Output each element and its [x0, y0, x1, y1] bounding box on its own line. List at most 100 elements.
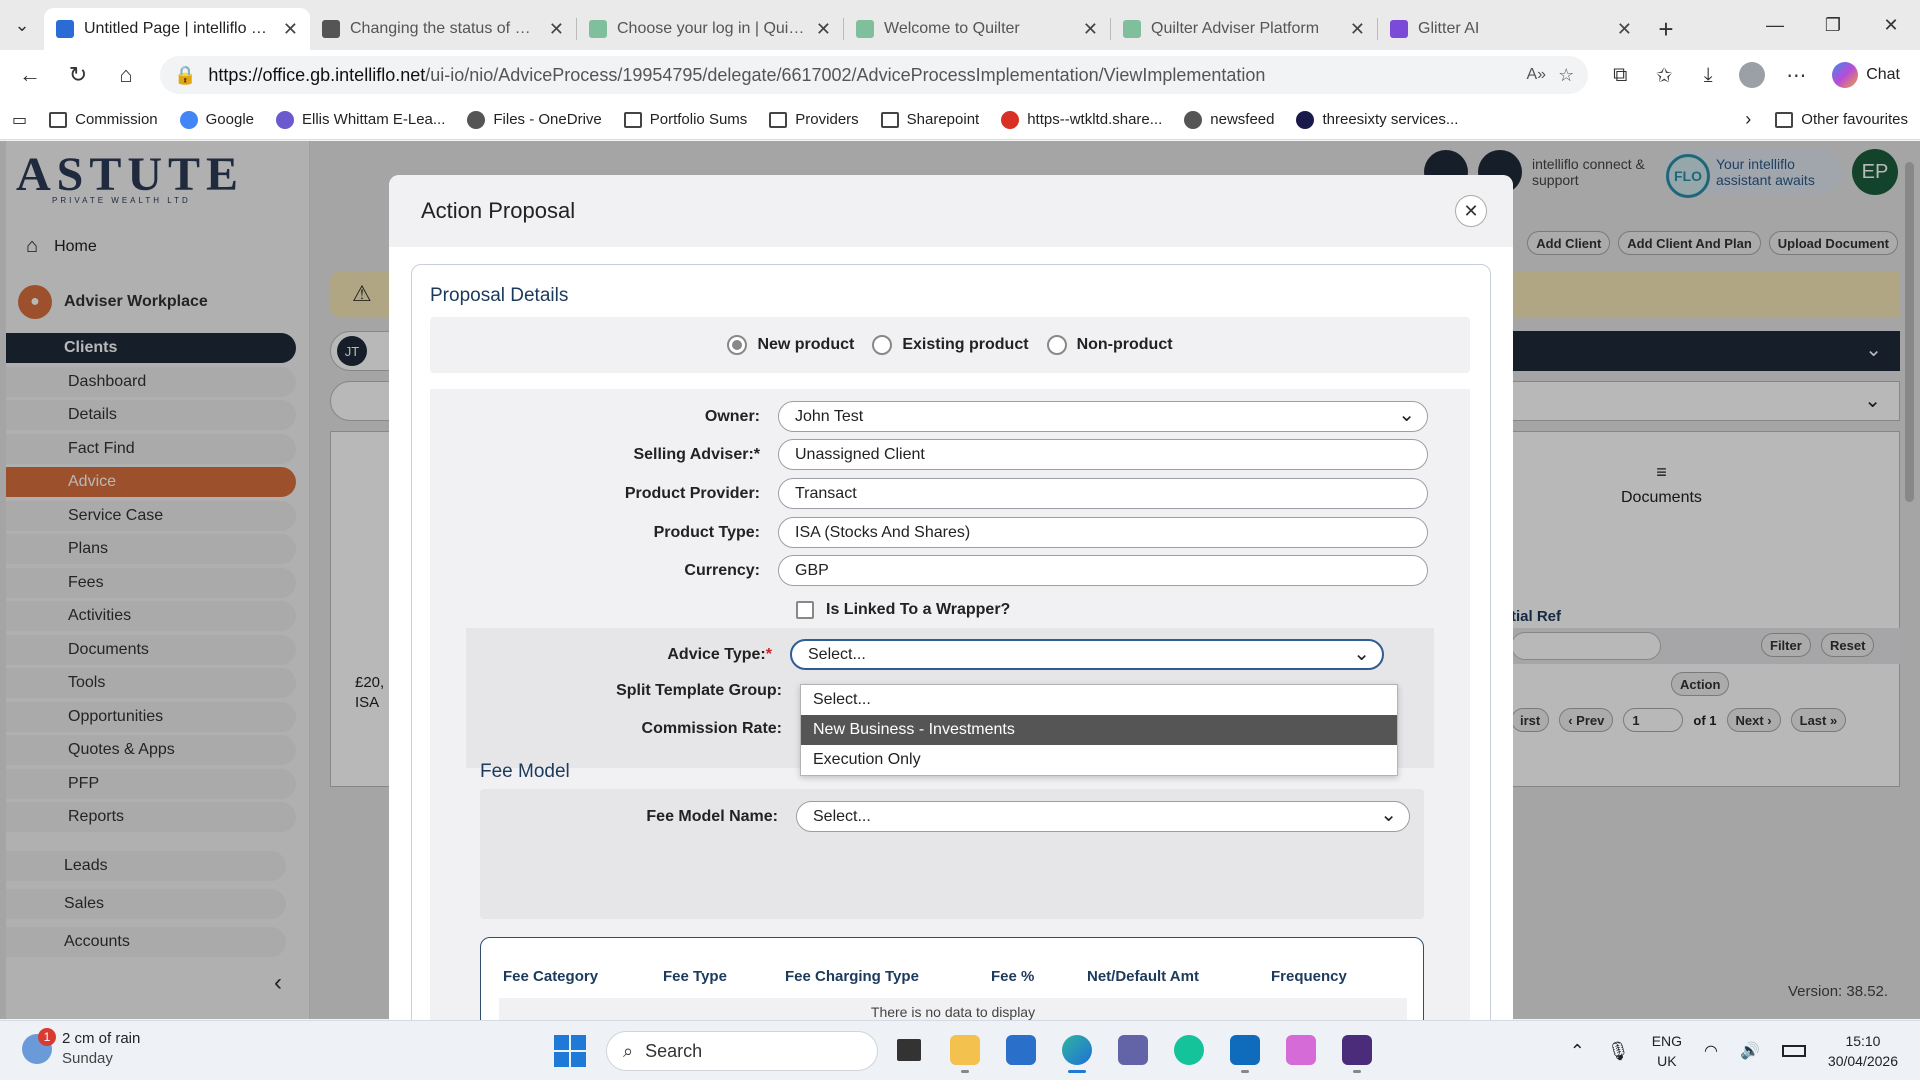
bookmark-item[interactable]: Providers: [769, 111, 859, 129]
favourite-star-icon[interactable]: ☆: [1558, 65, 1574, 86]
bookmark-item[interactable]: Portfolio Sums: [623, 111, 747, 129]
outlook-icon[interactable]: [1226, 1029, 1264, 1073]
bookmark-item[interactable]: newsfeed: [1184, 110, 1274, 129]
grammarly-icon[interactable]: [1170, 1029, 1208, 1071]
snipping-tool-icon[interactable]: [1282, 1029, 1320, 1071]
close-tab-icon[interactable]: ✕: [1617, 19, 1632, 40]
language-indicator[interactable]: ENG UK: [1652, 1031, 1682, 1071]
radio-button[interactable]: [1046, 335, 1067, 355]
restore-icon[interactable]: ❐: [1804, 0, 1862, 50]
lock-icon: 🔒: [174, 64, 197, 85]
browser-tab[interactable]: Quilter Adviser Platform ✕: [1111, 8, 1377, 50]
bookmark-item[interactable]: threesixty services...: [1296, 110, 1458, 129]
fee-column-header: Fee Charging Type: [785, 968, 919, 985]
weather-widget[interactable]: 1 2 cm of rain Sunday: [22, 1028, 140, 1069]
close-window-icon[interactable]: ✕: [1862, 0, 1920, 50]
url-field[interactable]: 🔒 https://office.gb.intelliflo.net/ui-io…: [160, 56, 1589, 94]
home-icon[interactable]: ⌂: [104, 55, 148, 95]
browser-tab[interactable]: Glitter AI ✕: [1378, 8, 1644, 50]
modal-header: Action Proposal ✕: [389, 175, 1513, 247]
minimize-icon[interactable]: —: [1746, 0, 1804, 50]
folder-icon: [49, 111, 68, 128]
browser-tab[interactable]: Choose your log in | Quilter ✕: [577, 8, 843, 50]
fee-model-select[interactable]: Select...: [796, 801, 1410, 832]
browser-tab[interactable]: Changing the status of a plan ✕: [310, 8, 576, 50]
clock[interactable]: 15:10 30/04/2026: [1828, 1031, 1898, 1071]
close-tab-icon[interactable]: ✕: [549, 19, 564, 40]
commission-rate-label: Commission Rate:: [641, 720, 782, 737]
teams-icon[interactable]: [1114, 1029, 1152, 1071]
close-tab-icon[interactable]: ✕: [816, 19, 831, 40]
bookmark-item[interactable]: https--wtkltd.share...: [1001, 110, 1162, 129]
task-view-icon[interactable]: [890, 1029, 928, 1071]
selling-adviser-field[interactable]: Unassigned Client: [778, 439, 1428, 470]
file-explorer-icon[interactable]: [946, 1029, 984, 1073]
reload-icon[interactable]: ↻: [56, 55, 100, 95]
favourites-icon[interactable]: ✩: [1644, 55, 1684, 95]
bookmarks-overflow-icon[interactable]: ›: [1745, 109, 1751, 130]
edge-icon[interactable]: [1058, 1029, 1096, 1073]
product-type-field[interactable]: ISA (Stocks And Shares): [778, 517, 1428, 548]
window-controls: — ❐ ✕: [1746, 0, 1920, 50]
radio-button[interactable]: [727, 335, 748, 355]
tray-overflow-icon[interactable]: ⌃: [1570, 1041, 1585, 1062]
bookmark-item[interactable]: Commission: [49, 111, 158, 129]
browser-tab[interactable]: Untitled Page | intelliflo office ✕: [44, 8, 310, 50]
taskbar-search[interactable]: ⌕ Search: [606, 1031, 878, 1071]
bookmark-item[interactable]: Google: [179, 110, 254, 129]
extensions-icon[interactable]: ⧉: [1600, 55, 1640, 95]
bookmark-label: Providers: [795, 111, 859, 128]
read-aloud-icon[interactable]: A»: [1526, 66, 1546, 84]
google-icon: [179, 110, 198, 129]
selling-adviser-value: Unassigned Client: [795, 445, 925, 463]
close-icon[interactable]: ✕: [1455, 195, 1487, 227]
radio-button[interactable]: [872, 335, 893, 355]
linked-wrapper-checkbox[interactable]: [796, 601, 814, 619]
profile-icon[interactable]: [1732, 55, 1772, 95]
tab-title: Quilter Adviser Platform: [1151, 20, 1320, 37]
globe-icon: [322, 20, 340, 38]
linked-wrapper-label: Is Linked To a Wrapper?: [826, 601, 1011, 618]
product-radio[interactable]: Non-product: [1046, 335, 1173, 355]
advice-type-option[interactable]: New Business - Investments: [801, 715, 1397, 745]
advice-type-option[interactable]: Execution Only: [801, 745, 1397, 775]
product-provider-field[interactable]: Transact: [778, 478, 1428, 509]
tab-actions-menu-icon[interactable]: ⌄: [0, 0, 44, 50]
more-options-icon[interactable]: ⋯: [1776, 55, 1816, 95]
glitter-icon[interactable]: [1338, 1029, 1376, 1073]
bookmark-item[interactable]: Ellis Whittam E-Lea...: [276, 110, 445, 129]
downloads-icon[interactable]: ⤓: [1688, 55, 1728, 95]
close-tab-icon[interactable]: ✕: [283, 19, 298, 40]
ellis-icon: [276, 110, 295, 129]
new-tab-button[interactable]: +: [1644, 8, 1688, 50]
currency-field[interactable]: GBP: [778, 555, 1428, 586]
proposal-details-title: Proposal Details: [430, 285, 569, 306]
close-tab-icon[interactable]: ✕: [1083, 19, 1098, 40]
advice-type-select[interactable]: Select...: [790, 639, 1384, 670]
rain-icon: 1: [22, 1028, 56, 1064]
bookmark-item[interactable]: Files - OneDrive: [467, 110, 602, 129]
wifi-icon[interactable]: ◠: [1704, 1041, 1718, 1061]
product-radio[interactable]: Existing product: [872, 335, 1029, 355]
close-tab-icon[interactable]: ✕: [1350, 19, 1365, 40]
volume-icon[interactable]: 🔊: [1740, 1041, 1760, 1061]
quilter-icon: [856, 20, 874, 38]
fee-model-title: Fee Model: [480, 761, 570, 782]
owner-select[interactable]: John Test: [778, 401, 1428, 432]
battery-icon[interactable]: [1781, 1045, 1806, 1057]
product-radio[interactable]: New product: [727, 335, 854, 355]
start-icon[interactable]: [554, 1035, 586, 1067]
bookmark-item[interactable]: Sharepoint: [880, 111, 979, 129]
tab-sidebar-icon[interactable]: ▭: [12, 110, 27, 130]
store-icon[interactable]: [1002, 1029, 1040, 1071]
microphone-icon[interactable]: 🎙: [1607, 1041, 1630, 1062]
globe-icon: [467, 110, 486, 129]
copilot-chat-button[interactable]: Chat: [1820, 62, 1912, 88]
advice-type-option[interactable]: Select...: [801, 685, 1397, 715]
back-icon[interactable]: ←: [8, 55, 52, 95]
fee-column-header: Fee %: [991, 968, 1035, 985]
other-favourites[interactable]: Other favourites: [1775, 111, 1908, 128]
page-scrollbar[interactable]: [1902, 144, 1916, 1014]
browser-tab[interactable]: Welcome to Quilter ✕: [844, 8, 1110, 50]
scrollbar-thumb[interactable]: [1905, 162, 1914, 502]
